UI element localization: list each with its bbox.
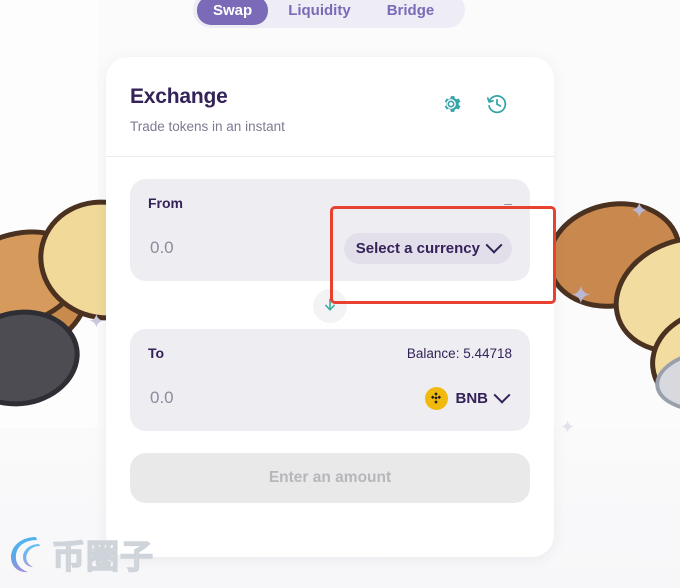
sparkle-icon: ✦: [88, 311, 105, 333]
sparkle-icon: ✦: [560, 417, 576, 437]
from-amount-input[interactable]: [148, 237, 302, 259]
from-right-note: –: [504, 195, 512, 211]
watermark-logo-icon: [6, 531, 48, 582]
arrow-down-icon: [321, 296, 339, 317]
page-title: Exchange: [130, 85, 228, 108]
card-header-actions: [440, 85, 530, 115]
exchange-card: Exchange Trade tokens in an instant From…: [106, 57, 554, 557]
tab-liquidity[interactable]: Liquidity: [272, 0, 367, 25]
enter-amount-button[interactable]: Enter an amount: [130, 453, 530, 503]
history-clock-icon[interactable]: [486, 93, 508, 115]
from-label: From: [148, 195, 183, 211]
binance-bnb-icon: [424, 386, 448, 410]
tab-bridge[interactable]: Bridge: [371, 0, 451, 25]
from-currency-label: Select a currency: [355, 239, 480, 257]
swap-direction-button[interactable]: [313, 289, 347, 323]
watermark: 币圈子: [6, 531, 154, 582]
from-panel: From – Select a currency: [130, 179, 530, 281]
balance-label: Balance: 5.44718: [406, 345, 512, 361]
from-panel-top-row: From –: [148, 193, 512, 213]
to-amount-input[interactable]: [148, 387, 302, 409]
to-panel-bottom-row: BNB: [148, 381, 512, 415]
tab-swap[interactable]: Swap: [197, 0, 269, 25]
page-subtitle: Trade tokens in an instant: [130, 119, 285, 134]
swap-arrow-wrapper: [130, 289, 530, 323]
card-header-text: Exchange Trade tokens in an instant: [130, 85, 285, 134]
app-background: ✦ ✦ ✦ ✦ Swap Liquidity Bridge Exchange T…: [0, 0, 680, 588]
gear-icon[interactable]: [440, 93, 462, 115]
card-body: From – Select a currency: [106, 157, 554, 527]
chevron-down-icon: [493, 386, 511, 404]
nav-tabs: Swap Liquidity Bridge: [193, 0, 465, 28]
sparkle-icon: ✦: [630, 198, 649, 223]
to-panel-top-row: To Balance: 5.44718: [148, 343, 512, 363]
chevron-down-icon: [485, 236, 503, 254]
to-label: To: [148, 345, 165, 361]
to-panel: To Balance: 5.44718 BNB: [130, 329, 530, 431]
to-currency-selector[interactable]: BNB: [421, 380, 513, 417]
from-panel-bottom-row: Select a currency: [148, 231, 512, 265]
sparkle-icon: ✦: [570, 280, 592, 310]
from-currency-selector[interactable]: Select a currency: [343, 232, 512, 264]
to-currency-label: BNB: [455, 389, 489, 407]
watermark-text: 币圈子: [51, 537, 154, 576]
card-header: Exchange Trade tokens in an instant: [106, 57, 554, 134]
